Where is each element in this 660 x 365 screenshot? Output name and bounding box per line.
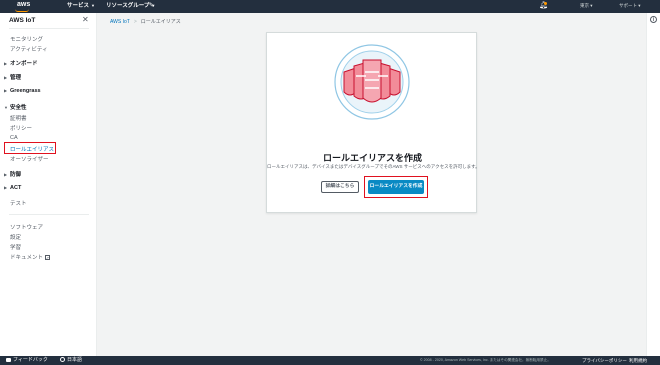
sidebar-item-learn[interactable]: 学習	[10, 243, 21, 251]
help-panel-strip: i	[646, 13, 660, 356]
sidebar-item-policies[interactable]: ポリシー	[10, 124, 32, 132]
sidebar-item-act[interactable]: ▶ ACT	[4, 185, 21, 191]
region-menu[interactable]: 東京 ▾	[580, 0, 593, 11]
resource-groups-menu[interactable]: リソースグループ ▼	[106, 0, 155, 12]
breadcrumb-root[interactable]: AWS IoT	[110, 19, 130, 25]
globe-icon	[60, 357, 65, 363]
empty-state-card: ロールエイリアスを作成 ロールエイリアスは、デバイスまたはデバイスグループでその…	[266, 32, 480, 213]
support-menu[interactable]: サポート ▾	[619, 0, 641, 11]
sidebar-item-documentation[interactable]: ドキュメント ↗	[10, 253, 51, 261]
breadcrumb-current: ロールエイリアス	[140, 19, 181, 25]
sidebar-item-manage[interactable]: ▶ 管理	[4, 73, 21, 81]
feedback-link[interactable]: フィードバック	[6, 356, 48, 365]
top-nav: aws サービス ▼ リソースグループ ▼ ✎ 🔔︎ 東京 ▾ サポート ▾	[0, 0, 660, 13]
page-title: ロールエイリアスを作成	[322, 153, 422, 163]
annotation-highlight-box	[4, 142, 56, 154]
services-label: サービス	[67, 3, 90, 9]
sidebar-item-security[interactable]: ▼ 安全性	[4, 103, 27, 111]
language-selector[interactable]: 日本語	[60, 356, 82, 365]
terms-link[interactable]: 利用規約	[629, 356, 647, 365]
sidebar-item-test[interactable]: テスト	[10, 199, 27, 207]
privacy-policy-link[interactable]: プライバシーポリシー	[582, 356, 627, 365]
sidebar: AWS IoT ✕ モニタリング アクティビティ ▶ オンボード ▶ 管理 ▶ Gre…	[0, 13, 97, 356]
region-label: 東京	[580, 3, 589, 8]
chevron-down-icon: ▼	[91, 3, 95, 8]
aws-smile-icon	[15, 9, 29, 12]
sidebar-item-software[interactable]: ソフトウェア	[10, 223, 43, 231]
sidebar-item-defend[interactable]: ▶ 防御	[4, 170, 21, 178]
sidebar-item-activity[interactable]: アクティビティ	[10, 45, 48, 53]
sidebar-item-settings[interactable]: 設定	[10, 233, 21, 241]
sidebar-item-ca[interactable]: CA	[10, 135, 18, 141]
close-icon[interactable]: ✕	[82, 15, 89, 25]
services-menu[interactable]: サービス ▼	[67, 0, 95, 12]
role-alias-illustration-icon	[334, 44, 410, 120]
sidebar-item-label: 安全性	[10, 105, 27, 111]
footer: フィードバック 日本語 © 2008 - 2020, Amazon Web Se…	[0, 356, 660, 365]
notification-dot	[544, 2, 547, 5]
create-role-alias-button[interactable]: ロールエイリアスを作成	[368, 180, 424, 194]
divider	[9, 28, 89, 29]
support-label: サポート	[619, 3, 637, 8]
aws-logo[interactable]: aws	[6, 0, 42, 13]
sidebar-item-greengrass[interactable]: ▶ Greengrass	[4, 88, 41, 94]
breadcrumb: AWS IoT > ロールエイリアス	[110, 18, 181, 25]
pin-icon[interactable]: ✎	[149, 2, 154, 10]
sidebar-item-monitoring[interactable]: モニタリング	[10, 35, 43, 43]
sidebar-item-label: ACT	[10, 185, 22, 191]
info-icon[interactable]: i	[650, 16, 657, 23]
copyright-text: © 2008 - 2020, Amazon Web Services, Inc.…	[420, 358, 551, 362]
sidebar-title: AWS IoT	[9, 17, 36, 24]
language-label: 日本語	[67, 357, 83, 363]
external-link-icon: ↗	[45, 255, 51, 261]
description-text: ロールエイリアスは、デバイスまたはデバイスグループでそのAWS サービスへのアク…	[267, 164, 480, 169]
sidebar-item-label: オンボード	[10, 61, 38, 67]
sidebar-item-onboard[interactable]: ▶ オンボード	[4, 59, 38, 67]
divider	[9, 214, 89, 215]
sidebar-item-label: 防御	[10, 172, 22, 178]
resource-groups-label: リソースグループ	[106, 3, 150, 9]
feedback-label: フィードバック	[13, 357, 48, 363]
bell-icon[interactable]: 🔔︎	[539, 1, 548, 10]
learn-more-button[interactable]: 詳細はこちら	[321, 181, 359, 193]
chevron-right-icon: >	[133, 19, 137, 25]
sidebar-item-authorizers[interactable]: オーソライザー	[10, 155, 49, 163]
sidebar-item-label: Greengrass	[10, 88, 41, 94]
feedback-icon	[6, 357, 11, 362]
sidebar-item-label: ドキュメント	[10, 255, 44, 261]
sidebar-item-label: 管理	[10, 75, 22, 81]
sidebar-item-certificates[interactable]: 証明書	[10, 114, 27, 122]
